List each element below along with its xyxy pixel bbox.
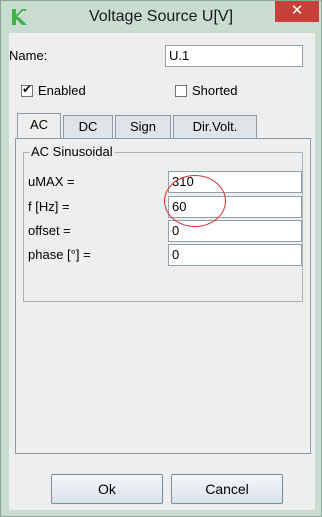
title-bar[interactable]: Voltage Source U[V] ✕ (1, 1, 321, 33)
tab-sign[interactable]: Sign (115, 115, 171, 139)
group-title: AC Sinusoidal (29, 144, 115, 159)
ok-button[interactable]: Ok (51, 474, 163, 504)
tab-dir-volt[interactable]: Dir.Volt. (173, 115, 257, 139)
tab-ac[interactable]: AC (17, 113, 61, 140)
close-icon: ✕ (290, 2, 304, 19)
enabled-label: Enabled (38, 83, 86, 98)
enabled-checkbox-row[interactable]: ✔ Enabled (21, 82, 86, 98)
name-field[interactable]: U.1 (165, 45, 303, 67)
enabled-checkbox[interactable]: ✔ (21, 82, 33, 97)
close-button[interactable]: ✕ (275, 1, 319, 22)
phase-label: phase [°] = (28, 247, 91, 262)
ac-tab-panel: AC Sinusoidal uMAX = 310 f [Hz] = 60 off… (15, 138, 311, 454)
shorted-label: Shorted (192, 83, 238, 98)
shorted-checkbox[interactable] (175, 85, 187, 97)
umax-label: uMAX = (28, 174, 75, 189)
dialog-content: Name: U.1 ✔ Enabled Shorted AC DC Sign Di… (9, 33, 315, 510)
dialog-window: Voltage Source U[V] ✕ Name: U.1 ✔ Enabled… (0, 0, 322, 517)
tab-dc[interactable]: DC (63, 115, 113, 139)
phase-field[interactable]: 0 (168, 244, 302, 266)
ac-sinusoidal-group: AC Sinusoidal uMAX = 310 f [Hz] = 60 off… (23, 144, 303, 302)
offset-label: offset = (28, 223, 71, 238)
window-title: Voltage Source U[V] (88, 8, 234, 25)
shorted-checkbox-row[interactable]: Shorted (175, 83, 238, 98)
tab-strip: AC DC Sign Dir.Volt. (15, 113, 315, 140)
cancel-button[interactable]: Cancel (171, 474, 283, 504)
frequency-label: f [Hz] = (28, 199, 70, 214)
annotation-circle (164, 175, 226, 227)
name-label: Name: (9, 48, 48, 63)
checkmark-icon: ✔ (22, 82, 33, 96)
